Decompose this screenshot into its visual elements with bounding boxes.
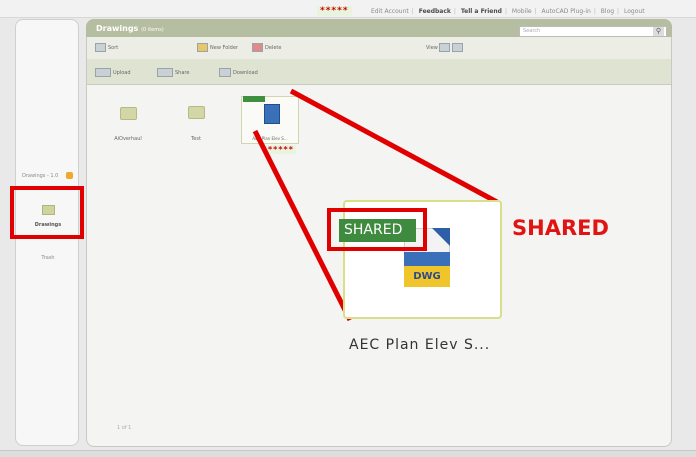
- callout-line-top: [289, 88, 499, 205]
- shared-callout-label: SHARED: [512, 216, 609, 240]
- dwg-type-label: DWG: [404, 266, 450, 287]
- dwg-icon-corner: [432, 228, 450, 246]
- dwg-icon-band: [404, 252, 450, 266]
- dwg-filename-enlarged: AEC Plan Elev S...: [349, 337, 491, 353]
- sidebar-highlight-box: [10, 186, 84, 239]
- shared-highlight-box: [327, 208, 427, 251]
- status-bar: [0, 450, 696, 457]
